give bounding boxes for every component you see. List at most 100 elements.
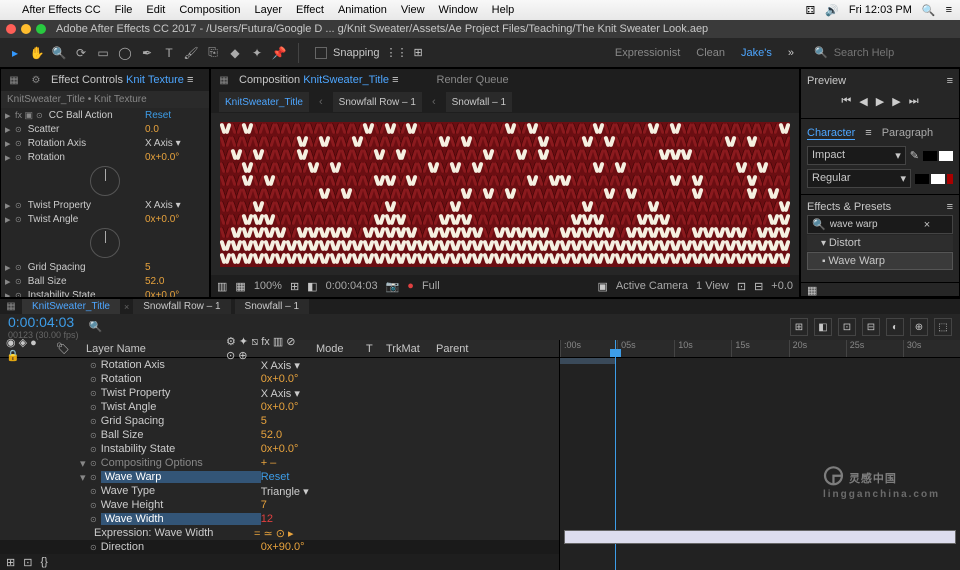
- font-style-dropdown[interactable]: Regular▾: [807, 169, 911, 188]
- sw2[interactable]: [931, 174, 945, 184]
- menu-view[interactable]: View: [401, 4, 425, 16]
- workspace-jakes[interactable]: Jake's: [741, 47, 772, 59]
- dial-twist-angle[interactable]: [90, 228, 120, 258]
- menu-layer[interactable]: Layer: [255, 4, 283, 16]
- puppet-tool-icon[interactable]: 📌: [270, 44, 288, 62]
- preset-wave-warp[interactable]: ▪ Wave Warp: [807, 252, 953, 270]
- wifi-icon[interactable]: ⚃: [806, 4, 816, 17]
- ec-icon[interactable]: ⚙: [29, 73, 43, 87]
- eyedropper-icon[interactable]: ✎: [910, 149, 919, 162]
- timeline-prop-grid-spacing[interactable]: ⊙Grid Spacing5: [0, 414, 559, 428]
- char-menu-icon[interactable]: ≡: [865, 127, 871, 140]
- vf-icon-2[interactable]: ▦: [235, 280, 245, 293]
- workspace-clean[interactable]: Clean: [696, 47, 725, 59]
- menu-animation[interactable]: Animation: [338, 4, 387, 16]
- snapshot-icon[interactable]: 📷: [386, 280, 400, 293]
- timeline-prop-direction[interactable]: ⊙Direction0x+90.0°: [0, 540, 559, 554]
- minimize-button[interactable]: [21, 24, 31, 34]
- snapping-checkbox[interactable]: [315, 47, 327, 59]
- render-queue-tab[interactable]: Render Queue: [437, 74, 509, 86]
- effect-prop-cc-ball-action[interactable]: ▸fx ▣⊙CC Ball ActionReset: [1, 108, 209, 122]
- vf-icon-4[interactable]: ◧: [307, 280, 317, 293]
- ep-menu-icon[interactable]: ≡: [947, 201, 953, 213]
- menu-help[interactable]: Help: [492, 4, 515, 16]
- play-icon[interactable]: ▶: [876, 95, 884, 108]
- timeline-tab-0[interactable]: KnitSweater_Title: [22, 299, 120, 314]
- timeline-prop-rotation[interactable]: ⊙Rotation0x+0.0°: [0, 372, 559, 386]
- roto-tool-icon[interactable]: ✦: [248, 44, 266, 62]
- tl-opt-2-icon[interactable]: ◧: [814, 318, 832, 336]
- timeline-search-input[interactable]: [89, 321, 169, 333]
- next-frame-icon[interactable]: ▶: [892, 95, 900, 108]
- selection-tool-icon[interactable]: ▸: [6, 44, 24, 62]
- workspace-expressionist[interactable]: Expressionist: [615, 47, 680, 59]
- timeline-prop-wave-height[interactable]: ⊙Wave Height7: [0, 498, 559, 512]
- fill-swatch[interactable]: [923, 151, 937, 161]
- work-area[interactable]: [560, 358, 615, 364]
- spotlight-icon[interactable]: 🔍: [922, 4, 936, 17]
- tl-opt-5-icon[interactable]: ◐: [886, 318, 904, 336]
- timeline-tab-1[interactable]: Snowfall Row – 1: [133, 299, 230, 314]
- effect-prop-rotation-axis[interactable]: ▸⊙Rotation AxisX Axis ▾: [1, 136, 209, 150]
- clone-tool-icon[interactable]: ⎘: [204, 44, 222, 62]
- tl-opt-1-icon[interactable]: ⊞: [790, 318, 808, 336]
- vf-icon-3[interactable]: ⊞: [290, 280, 299, 293]
- vf-icon-1[interactable]: ▥: [217, 280, 227, 293]
- effect-prop-grid-spacing[interactable]: ▸⊙Grid Spacing5: [1, 260, 209, 274]
- channel-icon[interactable]: ●: [407, 280, 414, 292]
- current-time[interactable]: 0:00:04:03: [326, 280, 378, 292]
- menu-effect[interactable]: Effect: [296, 4, 324, 16]
- timeline-prop-twist-angle[interactable]: ⊙Twist Angle0x+0.0°: [0, 400, 559, 414]
- effect-prop-scatter[interactable]: ▸⊙Scatter0.0: [1, 122, 209, 136]
- vf-icon-6[interactable]: ⊡: [737, 280, 746, 293]
- stroke-swatch[interactable]: [939, 151, 953, 161]
- timeline-timecode[interactable]: 0:00:04:03: [8, 314, 79, 330]
- effect-prop-instability-state[interactable]: ▸⊙Instability State0x+0.0°: [1, 288, 209, 297]
- preset-category[interactable]: ▾ Distort: [807, 235, 953, 251]
- workspace-overflow-icon[interactable]: »: [788, 47, 794, 59]
- effect-prop-twist-property[interactable]: ▸⊙Twist PropertyX Axis ▾: [1, 198, 209, 212]
- crumb-2[interactable]: Snowfall – 1: [446, 92, 512, 112]
- snap-opt2-icon[interactable]: ⊞: [414, 46, 423, 59]
- snap-opt-icon[interactable]: ⋮⋮: [386, 46, 408, 59]
- effects-presets-title[interactable]: Effects & Presets: [807, 201, 891, 213]
- effect-prop-rotation[interactable]: ▸⊙Rotation0x+0.0°: [1, 150, 209, 164]
- timeline-graph[interactable]: :00s05s10s15s20s25s30s: [560, 340, 960, 570]
- close-button[interactable]: [6, 24, 16, 34]
- tl-toggle-1-icon[interactable]: ⊞: [6, 556, 15, 569]
- timeline-tab-2[interactable]: Snowfall – 1: [235, 299, 309, 314]
- dial-rotation[interactable]: [90, 166, 120, 196]
- exposure[interactable]: +0.0: [771, 280, 793, 292]
- character-tab[interactable]: Character: [807, 127, 855, 140]
- tl-opt-3-icon[interactable]: ⊡: [838, 318, 856, 336]
- composition-viewer[interactable]: [211, 113, 799, 275]
- zoom-tool-icon[interactable]: 🔍: [50, 44, 68, 62]
- timeline-prop-twist-property[interactable]: ⊙Twist PropertyX Axis ▾: [0, 386, 559, 400]
- volume-icon[interactable]: 🔊: [825, 4, 839, 17]
- font-family-dropdown[interactable]: Impact▾: [807, 146, 906, 165]
- tl-toggle-3-icon[interactable]: {}: [40, 556, 47, 568]
- menu-window[interactable]: Window: [439, 4, 478, 16]
- tl-opt-4-icon[interactable]: ⊟: [862, 318, 880, 336]
- expression-field[interactable]: [564, 530, 956, 544]
- type-tool-icon[interactable]: T: [160, 44, 178, 62]
- view-layout[interactable]: 1 View: [696, 280, 729, 292]
- hand-tool-icon[interactable]: ✋: [28, 44, 46, 62]
- first-frame-icon[interactable]: ⏮: [841, 95, 851, 108]
- maximize-button[interactable]: [36, 24, 46, 34]
- paragraph-tab[interactable]: Paragraph: [882, 127, 933, 140]
- preview-panel-title[interactable]: Preview: [807, 75, 846, 87]
- crumb-1[interactable]: Snowfall Row – 1: [333, 92, 422, 112]
- timeline-prop-rotation-axis[interactable]: ⊙Rotation AxisX Axis ▾: [0, 358, 559, 372]
- vf-icon-7[interactable]: ⊟: [754, 280, 763, 293]
- timeline-prop-ball-size[interactable]: ⊙Ball Size52.0: [0, 428, 559, 442]
- effect-prop-ball-size[interactable]: ▸⊙Ball Size52.0: [1, 274, 209, 288]
- eraser-tool-icon[interactable]: ◆: [226, 44, 244, 62]
- zoom-level[interactable]: 100%: [254, 280, 282, 292]
- comp-mini-icon[interactable]: ▦: [217, 73, 231, 87]
- composition-tab[interactable]: Composition KnitSweater_Title ≡: [239, 74, 399, 86]
- clear-search-icon[interactable]: ×: [924, 219, 930, 231]
- effect-prop-twist-angle[interactable]: ▸⊙Twist Angle0x+0.0°: [1, 212, 209, 226]
- tl-icon[interactable]: ▦: [4, 300, 18, 314]
- menu-edit[interactable]: Edit: [146, 4, 165, 16]
